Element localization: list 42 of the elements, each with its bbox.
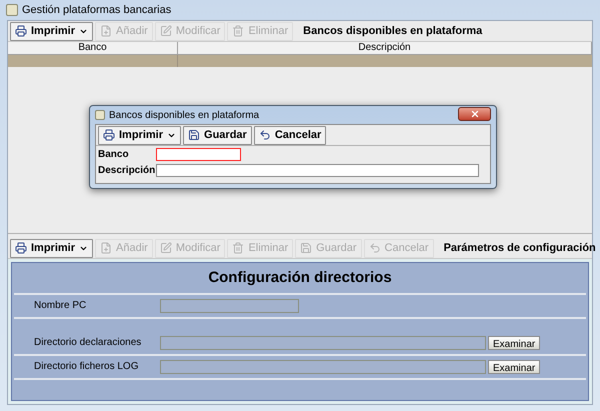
toolbar-button[interactable]: Imprimir bbox=[10, 22, 94, 40]
printer-icon bbox=[103, 129, 115, 141]
column-header[interactable]: Banco bbox=[8, 42, 178, 54]
field-label: Nombre PC bbox=[33, 299, 88, 313]
edit-icon bbox=[160, 242, 172, 254]
toolbar-title: Bancos disponibles en plataforma bbox=[303, 24, 482, 39]
column-header[interactable]: Descripción bbox=[178, 42, 592, 54]
field-label: Directorio declaraciones bbox=[33, 336, 142, 350]
toolbar-button[interactable]: Guardar bbox=[183, 126, 252, 144]
save-icon bbox=[300, 242, 312, 254]
field-label: Directorio ficheros LOG bbox=[33, 360, 140, 374]
browse-button[interactable]: Examinar bbox=[488, 336, 540, 350]
app-icon bbox=[95, 110, 105, 120]
edit-icon bbox=[160, 25, 172, 37]
undo-icon bbox=[258, 129, 271, 141]
window-title: Gestión plataformas bancarias bbox=[22, 2, 172, 18]
toolbar-button[interactable]: Imprimir bbox=[98, 126, 182, 144]
field-label: Banco bbox=[98, 148, 130, 162]
toolbar-title: Parámetros de configuración bbox=[444, 240, 596, 256]
add-file-icon bbox=[100, 242, 112, 254]
table-row[interactable] bbox=[8, 55, 592, 67]
toolbar-button[interactable]: Cancelar bbox=[254, 126, 326, 144]
field-label: Descripción bbox=[98, 164, 156, 178]
browse-button[interactable]: Examinar bbox=[488, 360, 540, 374]
input-field[interactable] bbox=[160, 299, 299, 313]
app-icon bbox=[6, 4, 18, 16]
section-title: Configuración directorios bbox=[208, 268, 392, 288]
input-field[interactable] bbox=[156, 164, 479, 176]
close-button[interactable] bbox=[458, 106, 491, 120]
undo-icon bbox=[368, 242, 381, 254]
input-field[interactable] bbox=[160, 360, 486, 374]
input-field[interactable] bbox=[160, 336, 486, 350]
printer-icon bbox=[15, 242, 27, 254]
trash-icon bbox=[232, 242, 244, 254]
save-icon bbox=[188, 129, 200, 141]
printer-icon bbox=[15, 25, 27, 37]
input-field[interactable] bbox=[156, 148, 241, 160]
toolbar-button[interactable]: Imprimir bbox=[10, 238, 94, 258]
close-icon bbox=[470, 108, 480, 118]
trash-icon bbox=[232, 25, 244, 37]
dialog-title: Bancos disponibles en plataforma bbox=[109, 108, 260, 122]
add-file-icon bbox=[100, 25, 112, 37]
